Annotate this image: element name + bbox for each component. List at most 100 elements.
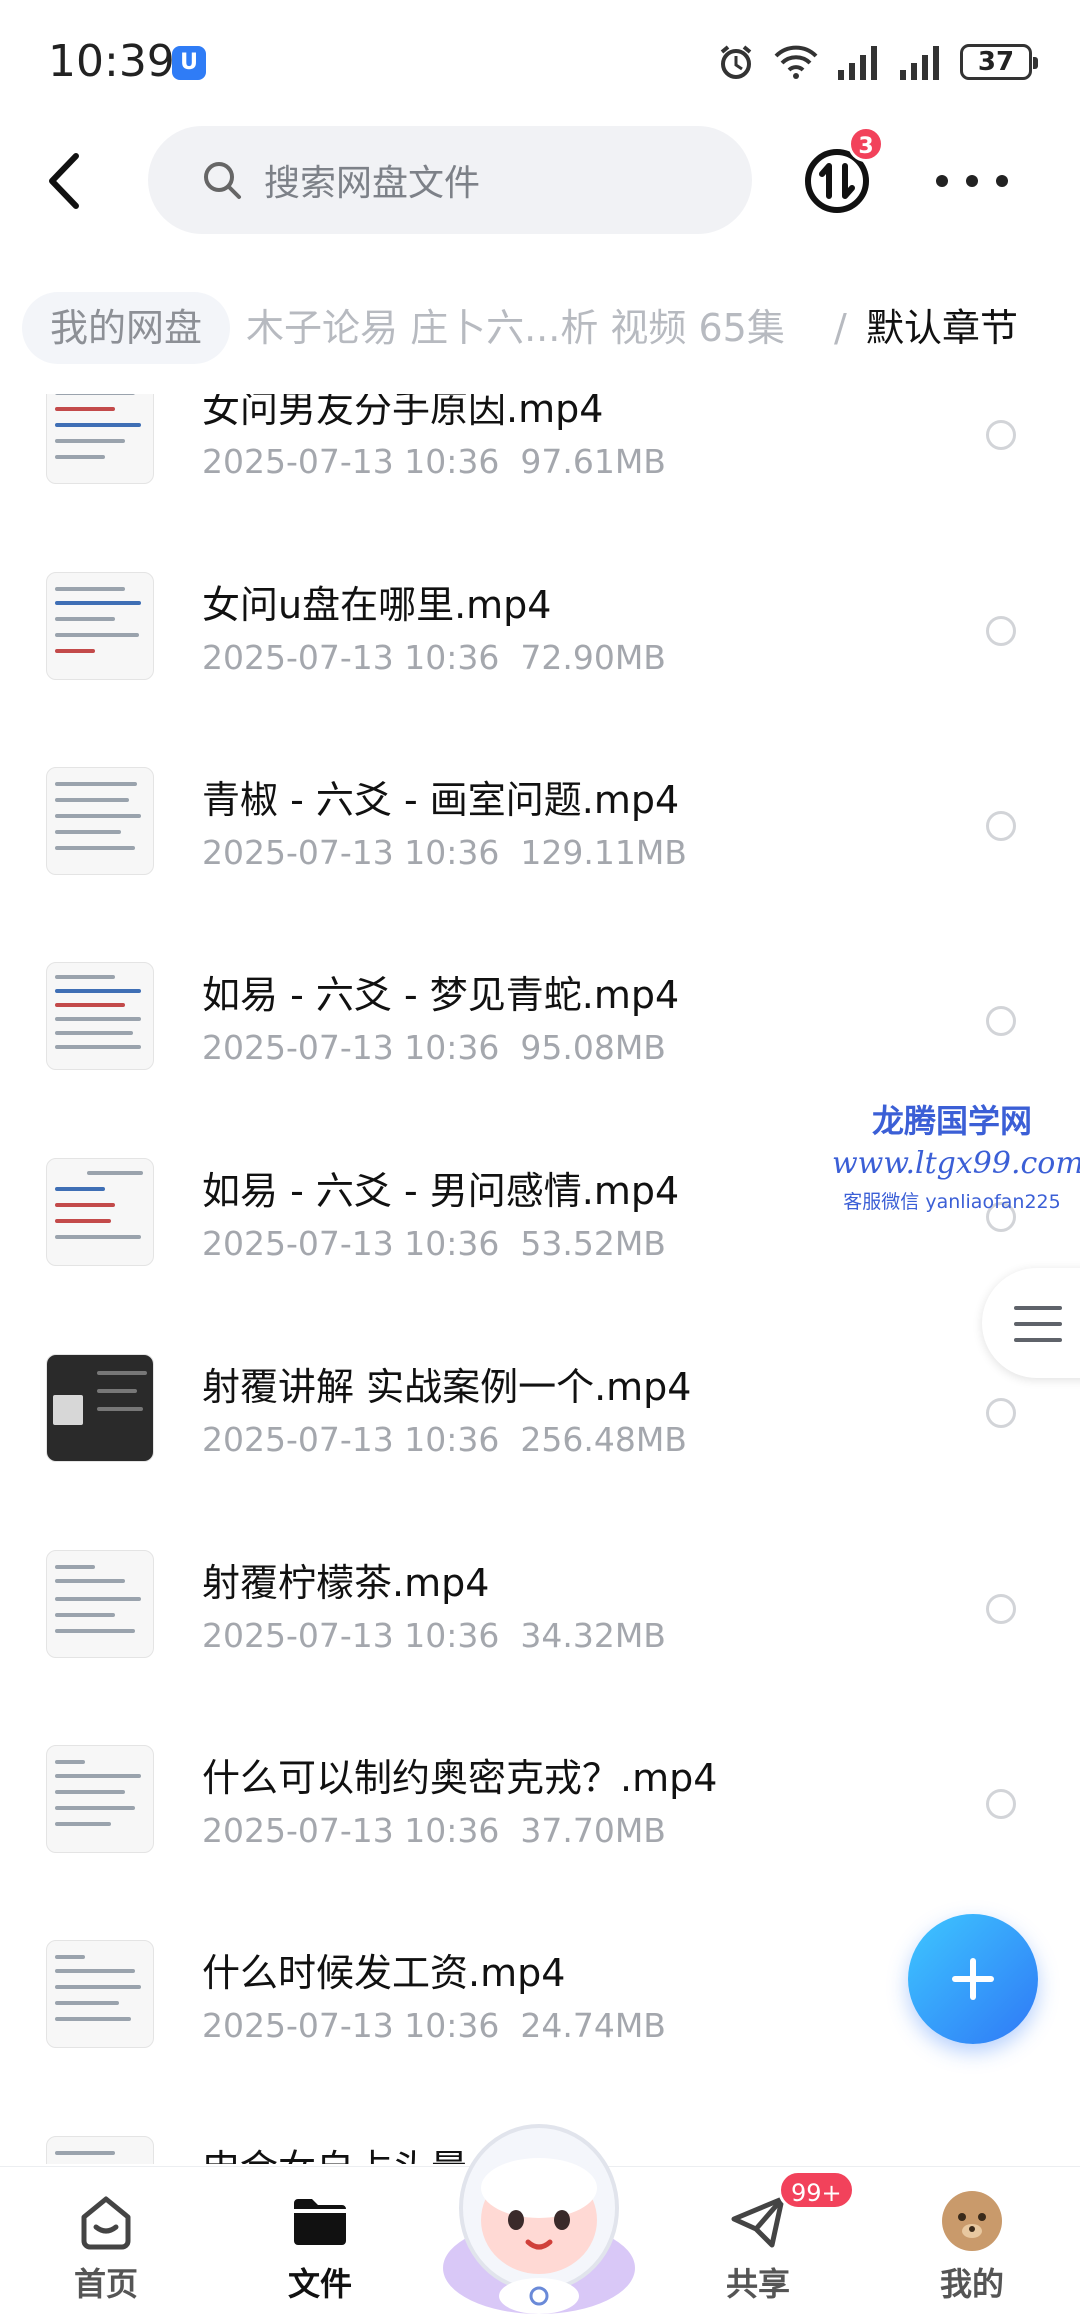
file-date: 2025-07-13 10:36 [202,1224,500,1263]
file-size: 53.52MB [520,1224,666,1263]
watermark-title: 龙腾国学网 [871,1102,1032,1140]
file-date: 2025-07-13 10:36 [202,638,500,677]
list-item[interactable]: 射覆柠檬茶.mp4 2025-07-13 10:36 34.32MB [0,1550,1080,1746]
file-size: 72.90MB [520,638,666,677]
status-bar: 10:39 U 37 [0,0,1080,120]
file-date: 2025-07-13 10:36 [202,1420,500,1459]
watermark: 龙腾国学网 www.ltgx99.com 客服微信 yanliaofan225 [832,1096,1080,1214]
nav-share-label: 共享 [725,2265,790,2303]
mascot-ai-button[interactable] [436,2108,642,2318]
nav-mine[interactable]: 我的 [902,2189,1042,2305]
file-name: 什么时候发工资.mp4 [202,1951,566,1995]
file-name: 如易 - 六爻 - 梦见青蛇.mp4 [202,973,680,1017]
status-icons: 37 [716,40,1038,84]
watermark-url: www.ltgx99.com [832,1146,1080,1181]
file-name: 女问男友分手原因.mp4 [202,394,604,431]
video-thumbnail [46,1354,154,1462]
nav-home-label: 首页 [73,2265,138,2303]
file-name: 如易 - 六爻 - 男问感情.mp4 [202,1169,680,1213]
video-thumbnail [46,1550,154,1658]
watermark-contact: 客服微信 yanliaofan225 [843,1191,1061,1213]
status-time: 10:39 [48,36,175,87]
nav-files-label: 文件 [287,2265,352,2303]
list-item[interactable]: 女问男友分手原因.mp4 2025-07-13 10:36 97.61MB [0,394,1080,572]
list-item[interactable]: 青椒 - 六爻 - 画室问题.mp4 2025-07-13 10:36 129.… [0,767,1080,963]
file-meta: 2025-07-13 10:36 37.70MB [202,1811,666,1850]
nav-files[interactable]: 文件 [250,2189,390,2305]
list-item[interactable]: 什么可以制约奥密克戎？.mp4 2025-07-13 10:36 37.70MB [0,1745,1080,1941]
file-meta: 2025-07-13 10:36 53.52MB [202,1224,666,1263]
header: 搜索网盘文件 3 [0,126,1080,236]
file-name: 女问u盘在哪里.mp4 [202,583,552,627]
file-size: 37.70MB [520,1811,666,1850]
video-thumbnail [46,1940,154,2048]
wifi-icon [772,42,820,82]
file-size: 34.32MB [520,1616,666,1655]
select-checkbox[interactable] [986,420,1016,450]
signal-icon-2 [898,42,944,82]
select-checkbox[interactable] [986,1398,1016,1428]
app-notification-icon: U [172,46,206,80]
file-size: 97.61MB [520,442,666,481]
search-placeholder: 搜索网盘文件 [264,163,481,204]
search-input[interactable]: 搜索网盘文件 [148,126,752,234]
search-icon [204,162,241,199]
list-item[interactable]: 女问u盘在哪里.mp4 2025-07-13 10:36 72.90MB [0,572,1080,768]
nav-home[interactable]: 首页 [36,2189,176,2305]
video-thumbnail [46,2136,154,2164]
video-thumbnail [46,1745,154,1853]
menu-icon-line [1014,1306,1062,1310]
file-date: 2025-07-13 10:36 [202,1616,500,1655]
file-meta: 2025-07-13 10:36 72.90MB [202,638,666,677]
file-date: 2025-07-13 10:36 [202,833,500,872]
battery-indicator: 37 [960,44,1038,80]
alarm-icon [716,42,756,82]
select-checkbox[interactable] [986,1789,1016,1819]
file-size: 24.74MB [520,2006,666,2045]
file-meta: 2025-07-13 10:36 129.11MB [202,833,687,872]
signal-icon [836,42,882,82]
list-item[interactable]: 射覆讲解 实战案例一个.mp4 2025-07-13 10:36 256.48M… [0,1354,1080,1550]
back-button[interactable] [36,146,96,216]
breadcrumb-folder[interactable]: 木子论易 庄卜六...析 视频 65集 [246,292,785,364]
breadcrumb-separator: / [834,306,847,350]
select-checkbox[interactable] [986,1594,1016,1624]
breadcrumb: 我的网盘 木子论易 庄卜六...析 视频 65集 / 默认章节 [0,284,1080,372]
video-thumbnail [46,962,154,1070]
more-icon-dot [966,175,978,187]
add-button[interactable] [908,1914,1038,2044]
file-list: 女问男友分手原因.mp4 2025-07-13 10:36 97.61MB 女问… [0,394,1080,2164]
share-badge: 99+ [778,2170,855,2210]
video-thumbnail [46,394,154,484]
file-date: 2025-07-13 10:36 [202,2006,500,2045]
back-icon [49,153,79,209]
file-meta: 2025-07-13 10:36 256.48MB [202,1420,687,1459]
menu-icon-line [1014,1322,1062,1326]
file-meta: 2025-07-13 10:36 97.61MB [202,442,666,481]
file-date: 2025-07-13 10:36 [202,442,500,481]
more-button[interactable] [936,156,1008,206]
home-icon [74,2189,138,2253]
file-size: 95.08MB [520,1028,666,1067]
menu-icon-line [1014,1338,1062,1342]
select-checkbox[interactable] [986,811,1016,841]
video-thumbnail [46,767,154,875]
file-size: 256.48MB [520,1420,687,1459]
file-meta: 2025-07-13 10:36 95.08MB [202,1028,666,1067]
video-thumbnail [46,572,154,680]
select-checkbox[interactable] [986,616,1016,646]
file-name: 射覆讲解 实战案例一个.mp4 [202,1365,692,1409]
breadcrumb-home[interactable]: 我的网盘 [22,292,231,364]
nav-mine-label: 我的 [939,2265,1004,2303]
video-thumbnail [46,1158,154,1266]
file-meta: 2025-07-13 10:36 24.74MB [202,2006,666,2045]
file-name: 射覆柠檬茶.mp4 [202,1561,490,1605]
more-icon-dot [936,175,948,187]
select-checkbox[interactable] [986,1006,1016,1036]
breadcrumb-current: 默认章节 [866,306,1019,350]
folder-icon [288,2189,352,2253]
more-icon-dot [996,175,1008,187]
file-name: 青椒 - 六爻 - 画室问题.mp4 [202,778,680,822]
file-date: 2025-07-13 10:36 [202,1028,500,1067]
avatar-icon [940,2189,1004,2253]
